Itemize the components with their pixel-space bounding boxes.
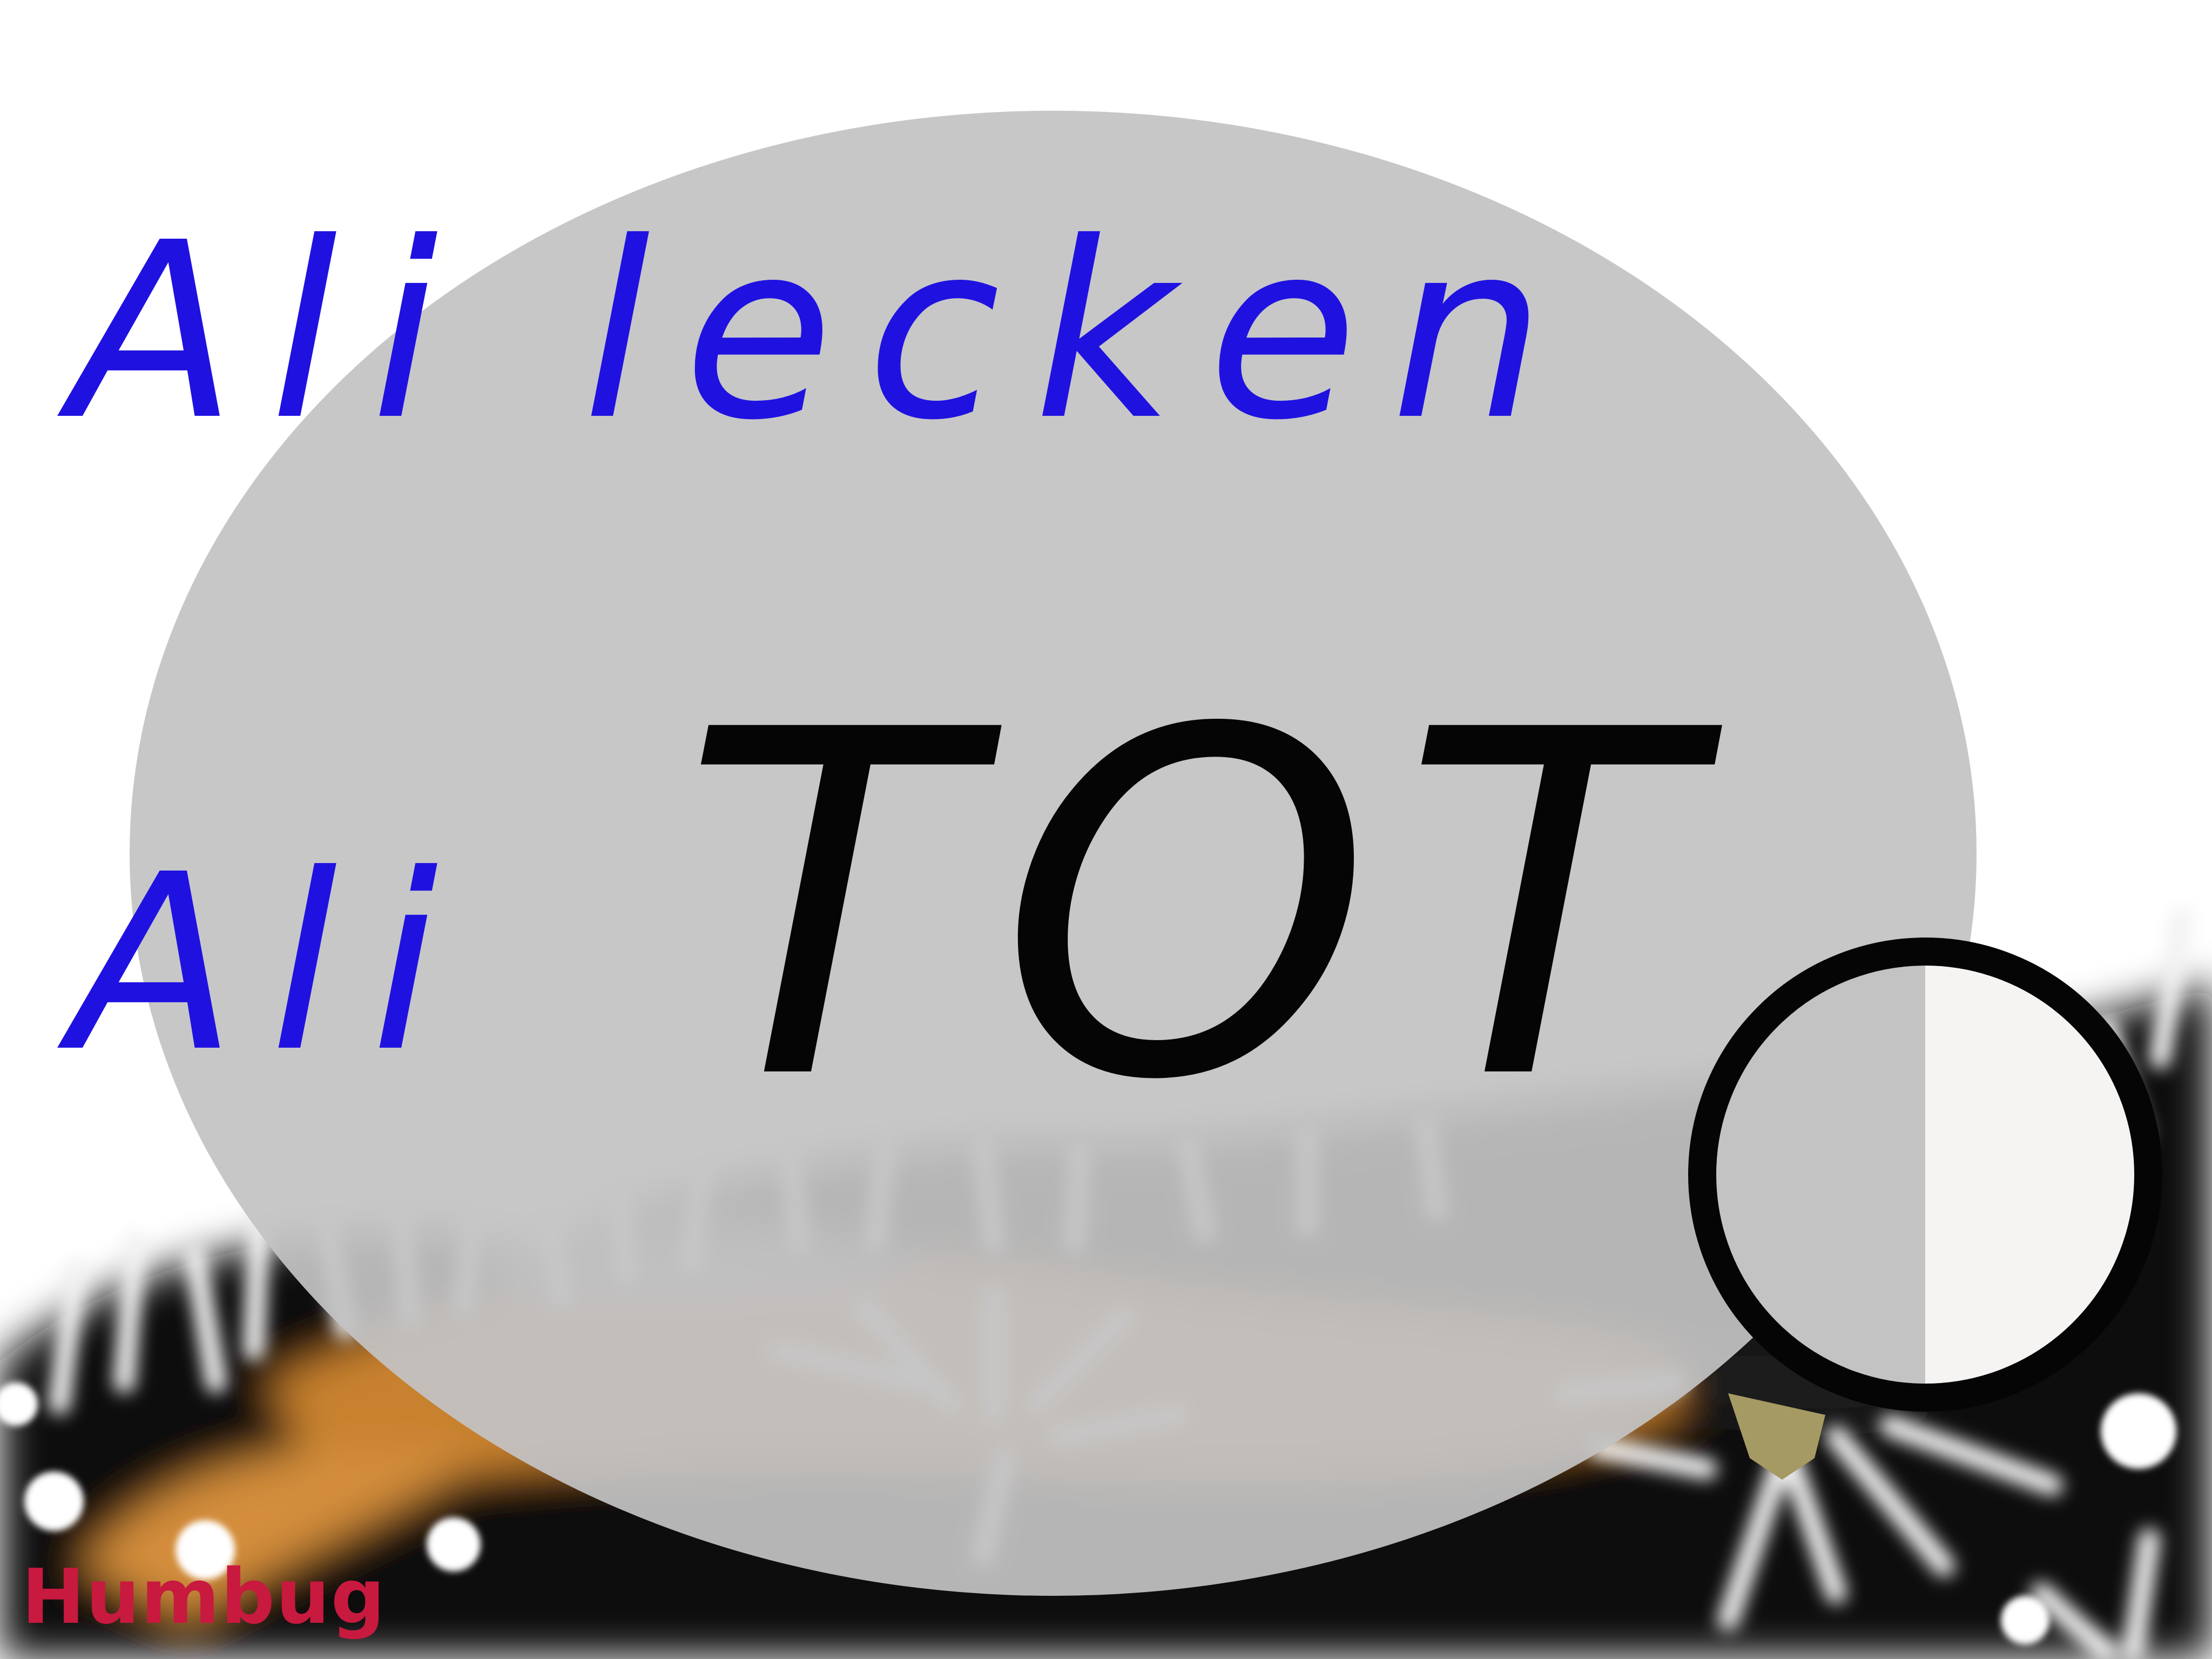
- headline-ali: Ali: [70, 822, 472, 1105]
- meme-canvas: Ali lecken Ali TOT Humbug: [0, 0, 2212, 1659]
- humbug-watermark: Humbug: [22, 1553, 386, 1641]
- headline-tot: TOT: [680, 630, 1719, 1184]
- headline-ali-lecken: Ali lecken: [70, 191, 1579, 474]
